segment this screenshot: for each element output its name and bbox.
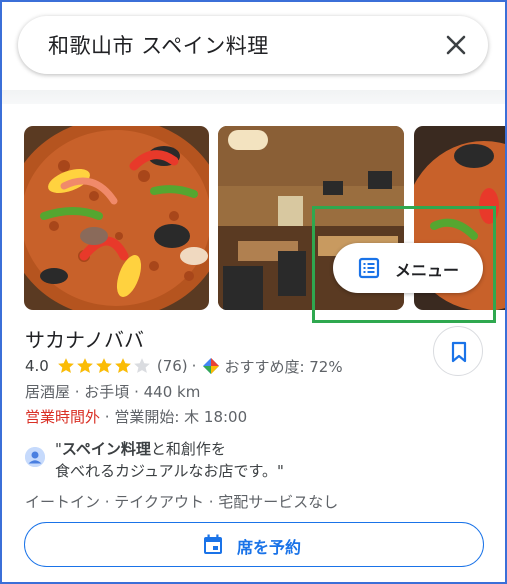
star-icon	[115, 358, 131, 373]
rating-row: 4.0 (76) · おすすめ度: 72%	[25, 355, 343, 377]
review-line2: 食べれるカジュアルなお店です。"	[55, 462, 284, 480]
menu-button[interactable]: メニュー	[333, 243, 483, 293]
quote-open: "	[55, 440, 62, 458]
reviewer-avatar-icon	[25, 447, 45, 467]
star-icon	[134, 358, 150, 373]
opening-time: · 営業開始: 木 18:00	[100, 408, 248, 426]
review-highlight: スペイン料理	[61, 440, 151, 458]
close-icon[interactable]	[442, 31, 470, 59]
star-rating	[57, 357, 152, 375]
reserve-button-label: 席を予約	[237, 538, 302, 557]
search-query[interactable]: 和歌山市 スペイン料理	[48, 30, 269, 60]
recommend-diamond-icon	[202, 357, 220, 375]
section-divider	[2, 90, 505, 104]
service-options: イートイン · テイクアウト · 宅配サービスなし	[25, 493, 339, 511]
rating-value: 4.0	[25, 357, 49, 375]
separator: ·	[191, 357, 197, 375]
recommend-score: おすすめ度: 72%	[224, 357, 343, 376]
star-icon	[77, 358, 93, 373]
star-icon	[58, 358, 74, 373]
search-bar[interactable]: 和歌山市 スペイン料理	[18, 16, 488, 74]
closed-status: 営業時間外	[25, 408, 101, 426]
menu-button-label: メニュー	[395, 261, 460, 280]
reserve-button[interactable]: 席を予約	[24, 522, 484, 567]
review-snippet[interactable]: "スペイン料理と和創作を 食べれるカジュアルなお店です。"	[55, 438, 284, 482]
place-name[interactable]: サカナノババ	[25, 324, 144, 353]
place-type-line: 居酒屋 · お手頃 · 440 km	[25, 383, 201, 401]
menu-list-icon	[357, 256, 381, 280]
review-line1: と和創作を	[150, 440, 226, 458]
calendar-icon	[201, 533, 225, 557]
save-button[interactable]	[433, 326, 483, 376]
photo-paella[interactable]	[24, 126, 209, 310]
star-icon	[96, 358, 112, 373]
review-count[interactable]: (76)	[157, 357, 188, 375]
bookmark-icon	[451, 341, 467, 363]
hours-line: 営業時間外 · 営業開始: 木 18:00	[25, 406, 247, 427]
